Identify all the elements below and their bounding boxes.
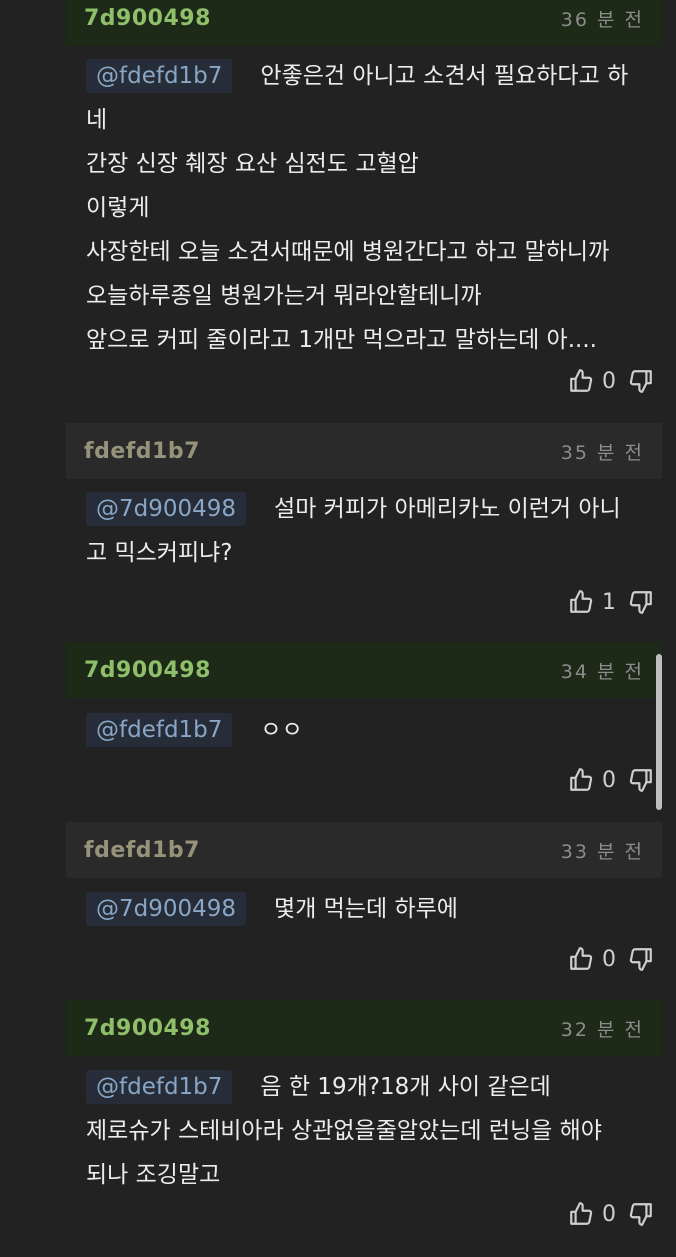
comment-text-line: 설마 커피가 아메리카노 이런거 아니 bbox=[274, 496, 621, 522]
like-button[interactable]: 0 bbox=[568, 946, 616, 972]
thumbs-up-icon bbox=[568, 368, 594, 394]
comment-text-line: 사장한테 오늘 소견서때문에 병원간다고 하고 말하니까 bbox=[86, 239, 610, 265]
like-count: 0 bbox=[602, 1201, 616, 1227]
comment-text-line: 고 믹스커피냐? bbox=[86, 540, 233, 566]
comment-author[interactable]: fdefd1b7 bbox=[84, 838, 200, 863]
comment-text-line: 간장 신장 췌장 요산 심전도 고혈압 bbox=[86, 151, 419, 177]
vote-bar: 0 bbox=[568, 944, 654, 974]
vote-bar: 0 bbox=[568, 366, 654, 396]
comment-header: fdefd1b7 33 분 전 bbox=[66, 822, 662, 878]
comment-text-line: 안좋은건 아니고 소견서 필요하다고 하 bbox=[260, 63, 629, 89]
comment-time: 34 분 전 bbox=[560, 660, 644, 683]
comment-body: @7d900498 몇개 먹는데 하루에 bbox=[86, 887, 666, 931]
comment-time: 36 분 전 bbox=[560, 8, 644, 31]
comment-time: 33 분 전 bbox=[560, 840, 644, 863]
comment-author[interactable]: 7d900498 bbox=[84, 6, 211, 31]
comment-text-line: 앞으로 커피 줄이라고 1개만 먹으라고 말하는데 아.... bbox=[86, 327, 597, 353]
comment-text-line: ㅇㅇ bbox=[260, 717, 303, 743]
like-button[interactable]: 0 bbox=[568, 767, 616, 793]
vote-bar: 1 bbox=[568, 587, 654, 617]
comment-header: 7d900498 34 분 전 bbox=[66, 642, 662, 698]
comment-time: 32 분 전 bbox=[560, 1018, 644, 1041]
comment-text-line: 네 bbox=[86, 107, 108, 133]
comment-header: 7d900498 32 분 전 bbox=[66, 1000, 662, 1056]
comment-body: @fdefd1b7 음 한 19개?18개 사이 같은데 제로슈가 스테비아라 상… bbox=[86, 1065, 666, 1197]
thumbs-up-icon bbox=[568, 589, 594, 615]
dislike-button[interactable] bbox=[628, 1201, 654, 1227]
like-count: 1 bbox=[602, 589, 616, 615]
comment-text-line: 오늘하루종일 병원가는거 뭐라안할테니까 bbox=[86, 283, 482, 309]
thumbs-down-icon bbox=[628, 1201, 654, 1227]
comment-body: @fdefd1b7 ㅇㅇ bbox=[86, 708, 666, 752]
dislike-button[interactable] bbox=[628, 589, 654, 615]
thumbs-up-icon bbox=[568, 946, 594, 972]
dislike-button[interactable] bbox=[628, 946, 654, 972]
dislike-button[interactable] bbox=[628, 368, 654, 394]
comment-text-line: 되나 조깅말고 bbox=[86, 1162, 221, 1188]
like-count: 0 bbox=[602, 767, 616, 793]
like-button[interactable]: 0 bbox=[568, 368, 616, 394]
thumbs-down-icon bbox=[628, 767, 654, 793]
comment-text-line: 제로슈가 스테비아라 상관없을줄알았는데 런닝을 해야 bbox=[86, 1118, 602, 1144]
comment-author[interactable]: 7d900498 bbox=[84, 658, 211, 683]
mention-link[interactable]: @7d900498 bbox=[86, 892, 247, 926]
mention-link[interactable]: @fdefd1b7 bbox=[86, 59, 233, 93]
vote-bar: 0 bbox=[568, 765, 654, 795]
mention-link[interactable]: @7d900498 bbox=[86, 492, 247, 526]
comment-text-line: 이렇게 bbox=[86, 195, 150, 221]
comment-body: @7d900498 설마 커피가 아메리카노 이런거 아니 고 믹스커피냐? bbox=[86, 487, 666, 575]
vote-bar: 0 bbox=[568, 1199, 654, 1229]
thumbs-up-icon bbox=[568, 767, 594, 793]
scrollbar[interactable] bbox=[656, 654, 662, 810]
comment-author[interactable]: 7d900498 bbox=[84, 1016, 211, 1041]
comment-text-line: 음 한 19개?18개 사이 같은데 bbox=[260, 1074, 551, 1100]
thumbs-down-icon bbox=[628, 368, 654, 394]
dislike-button[interactable] bbox=[628, 767, 654, 793]
comment-author[interactable]: fdefd1b7 bbox=[84, 439, 200, 464]
thumbs-up-icon bbox=[568, 1201, 594, 1227]
comment-text-line: 몇개 먹는데 하루에 bbox=[274, 896, 458, 922]
comment-body: @fdefd1b7 안좋은건 아니고 소견서 필요하다고 하 네 간장 신장 췌장… bbox=[86, 54, 666, 362]
thumbs-down-icon bbox=[628, 946, 654, 972]
mention-link[interactable]: @fdefd1b7 bbox=[86, 1070, 233, 1104]
comment-header: 7d900498 36 분 전 bbox=[66, 0, 662, 46]
like-count: 0 bbox=[602, 946, 616, 972]
mention-link[interactable]: @fdefd1b7 bbox=[86, 713, 233, 747]
like-button[interactable]: 1 bbox=[568, 589, 616, 615]
like-count: 0 bbox=[602, 368, 616, 394]
comment-header: fdefd1b7 35 분 전 bbox=[66, 423, 662, 479]
comment-time: 35 분 전 bbox=[560, 441, 644, 464]
thumbs-down-icon bbox=[628, 589, 654, 615]
like-button[interactable]: 0 bbox=[568, 1201, 616, 1227]
